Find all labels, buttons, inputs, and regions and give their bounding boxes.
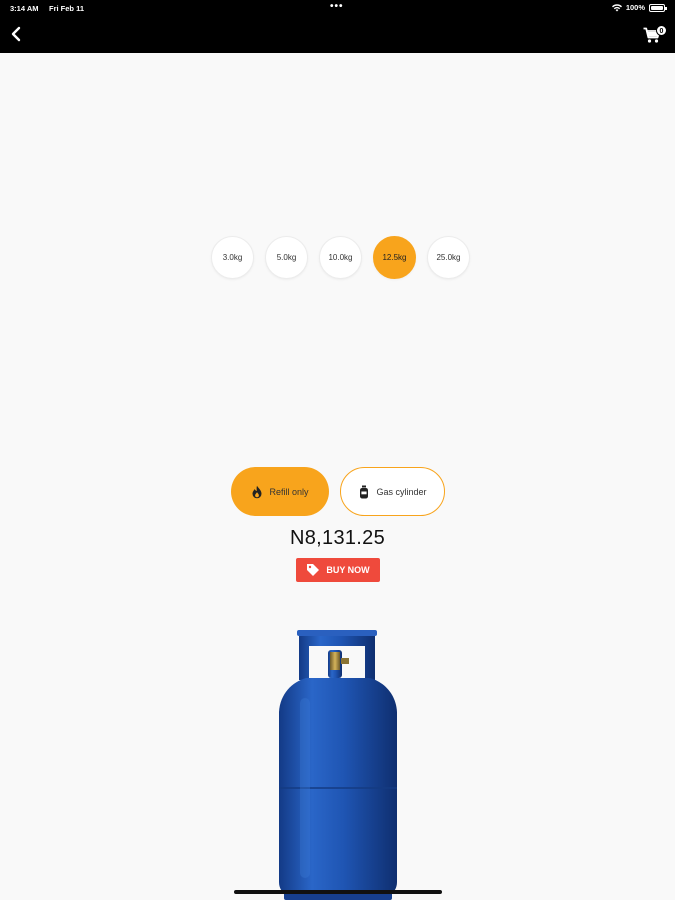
buy-now-button[interactable]: BUY NOW [296, 558, 380, 582]
status-date: Fri Feb 11 [49, 4, 85, 13]
size-chip-label: 12.5kg [382, 253, 407, 262]
buy-now-label: BUY NOW [326, 565, 370, 575]
size-chip-5kg[interactable]: 5.0kg [265, 236, 308, 279]
wifi-icon [611, 3, 622, 11]
multitask-dots[interactable]: ••• [330, 1, 344, 12]
status-right: 100% [611, 3, 667, 12]
size-chip-25kg[interactable]: 25.0kg [427, 236, 470, 279]
product-price: N8,131.25 [290, 527, 385, 549]
gas-cylinder-label: Gas cylinder [376, 486, 427, 497]
chevron-left-icon [11, 26, 21, 42]
refill-only-label: Refill only [269, 486, 309, 497]
battery-icon [649, 3, 667, 12]
size-chip-10kg[interactable]: 10.0kg [319, 236, 362, 279]
refill-only-option[interactable]: Refill only [231, 467, 329, 516]
size-chip-label: 25.0kg [436, 253, 461, 262]
size-chip-3kg[interactable]: 3.0kg [211, 236, 254, 279]
size-chip-label: 10.0kg [328, 253, 353, 262]
flame-icon [252, 485, 262, 498]
gas-cylinder-option[interactable]: Gas cylinder [340, 467, 445, 516]
size-chip-12-5kg[interactable]: 12.5kg [373, 236, 416, 279]
battery-percent: 100% [625, 3, 645, 12]
price-tag-icon [307, 564, 320, 576]
size-chip-label: 3.0kg [222, 253, 243, 262]
cart-button[interactable]: 0 [643, 25, 667, 45]
gas-cylinder-image [270, 628, 406, 900]
back-button[interactable] [8, 26, 24, 42]
size-selector: 3.0kg 5.0kg 10.0kg 12.5kg 25.0kg [211, 236, 470, 279]
gas-cylinder-icon [360, 485, 369, 498]
status-time: 3:14 AM [10, 4, 39, 13]
status-bar: 3:14 AM Fri Feb 11 ••• 100% [0, 0, 675, 18]
size-chip-label: 5.0kg [276, 253, 297, 262]
top-bar: 3:14 AM Fri Feb 11 ••• 100% 0 [0, 0, 675, 53]
app-screen: 3:14 AM Fri Feb 11 ••• 100% 0 3.0kg 5.0k… [0, 0, 675, 900]
purchase-options: Refill only Gas cylinder [231, 467, 445, 516]
cart-count-badge: 0 [656, 25, 667, 36]
home-indicator [234, 890, 442, 894]
